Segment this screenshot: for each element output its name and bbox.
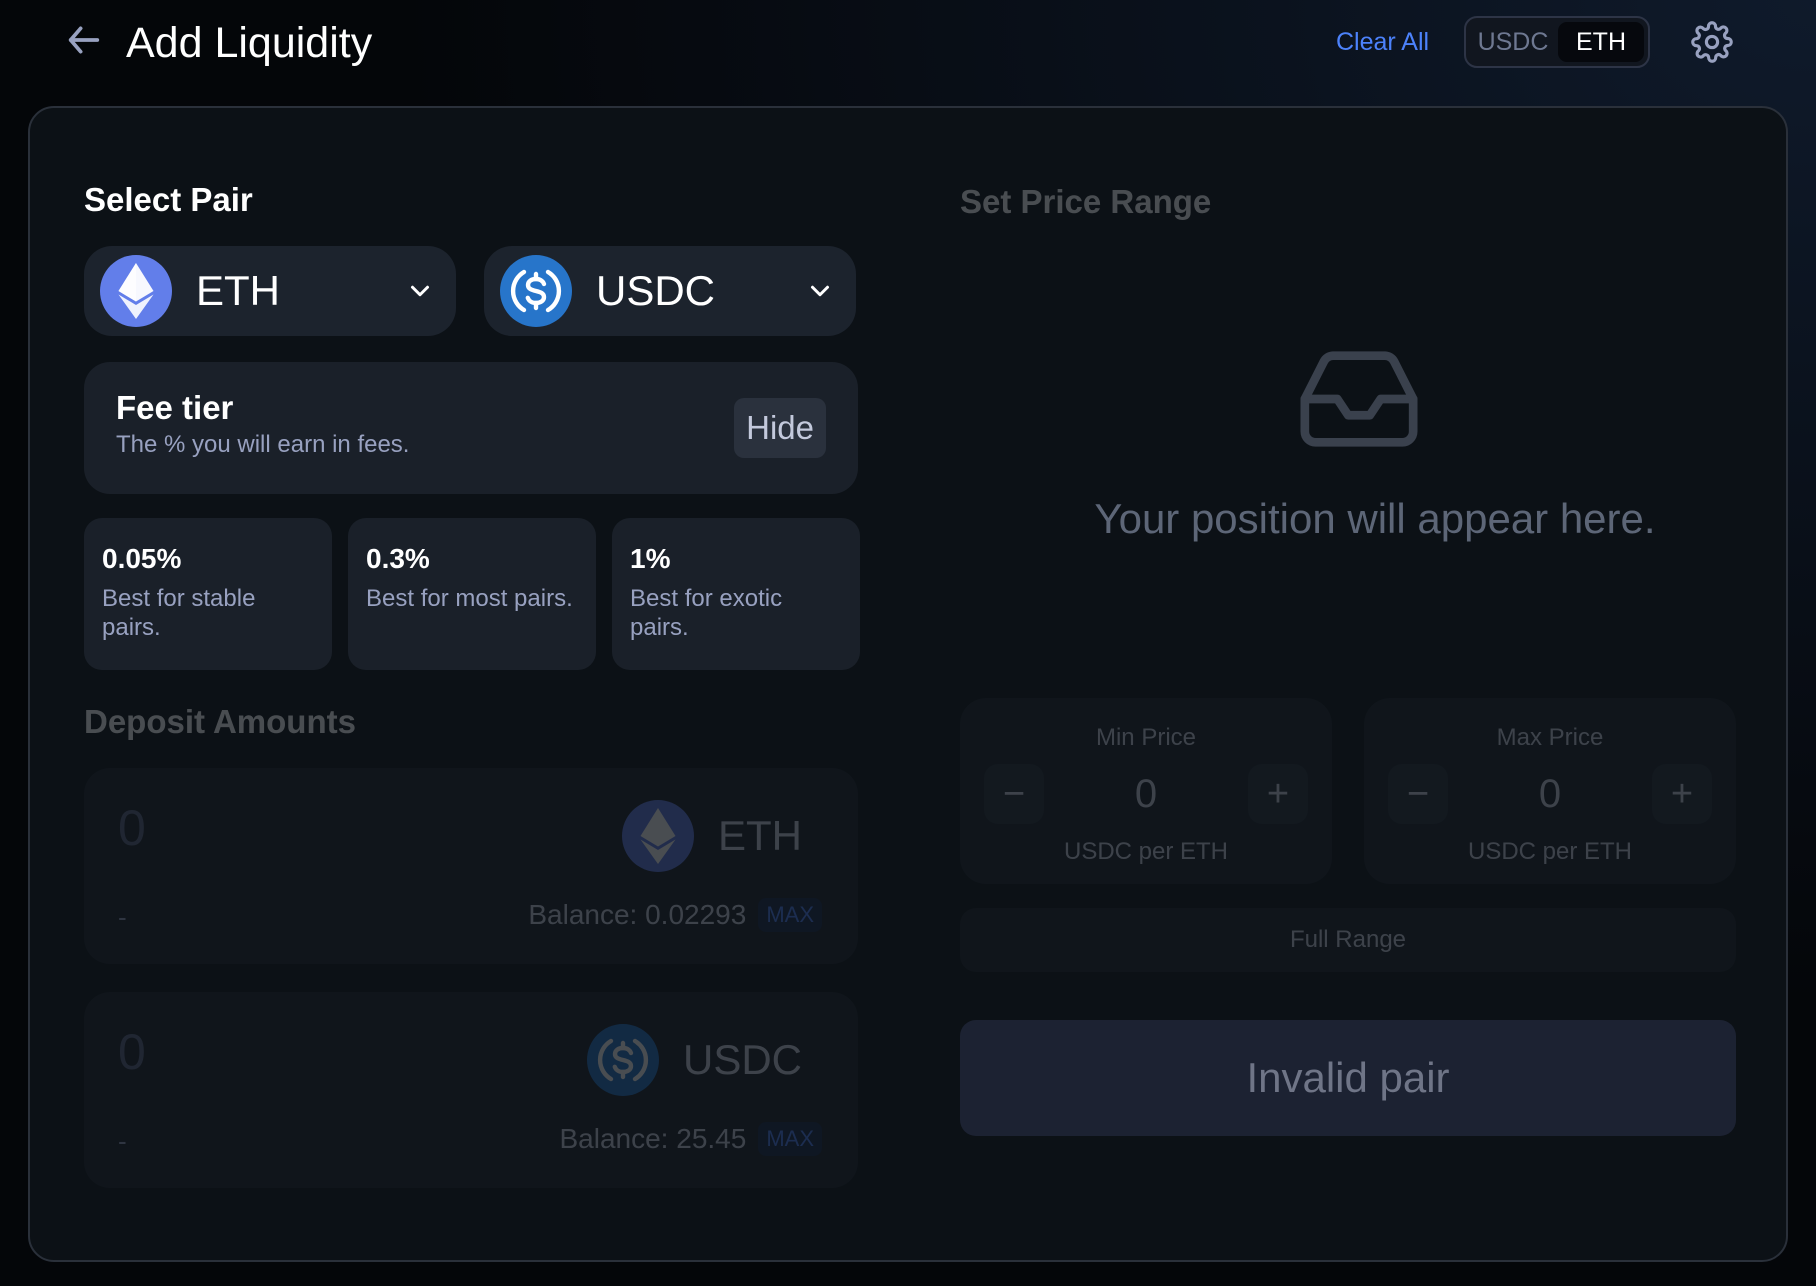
fee-option-1[interactable]: 1% Best for exotic pairs.	[612, 518, 860, 670]
fee-option-description: Best for exotic pairs.	[630, 585, 783, 641]
deposit-token: ETH	[622, 800, 802, 872]
deposit-amounts-title: Deposit Amounts	[84, 703, 356, 740]
max-price-unit: USDC per ETH	[1467, 838, 1633, 865]
hide-fee-tiers-button[interactable]: Hide	[734, 398, 826, 458]
invalid-pair-button[interactable]: Invalid pair	[960, 1020, 1736, 1136]
page-title: Add Liquidity	[126, 19, 373, 67]
fee-option-percent: 0.3%	[366, 543, 430, 574]
toggle-option-eth[interactable]: ETH	[1558, 22, 1644, 62]
settings-button[interactable]	[1688, 18, 1736, 66]
max-price-box: Max Price 0 − + USDC per ETH	[1364, 698, 1736, 884]
max-price-decrement-button[interactable]: −	[1388, 764, 1448, 824]
inbox-icon	[1300, 351, 1418, 447]
max-price-increment-button[interactable]: +	[1652, 764, 1712, 824]
fee-option-percent: 1%	[630, 543, 671, 574]
deposit-balance: Balance: 25.45 MAX	[559, 1122, 822, 1156]
token-a-select[interactable]: ETH	[84, 246, 456, 336]
gear-icon	[1691, 21, 1733, 63]
token-a-symbol: ETH	[196, 267, 280, 314]
fee-option-percent: 0.05%	[102, 543, 182, 574]
fee-tier-title: Fee tier	[116, 389, 234, 426]
select-pair-title: Select Pair	[84, 181, 253, 218]
fee-option-0-3[interactable]: 0.3% Best for most pairs.	[348, 518, 596, 670]
deposit-token-symbol: ETH	[718, 812, 802, 859]
deposit-amount-input[interactable]: 0	[118, 1022, 146, 1082]
min-price-decrement-button[interactable]: −	[984, 764, 1044, 824]
deposit-usd-value: -	[118, 902, 127, 932]
usdc-logo-icon	[586, 1024, 659, 1096]
back-button[interactable]	[60, 16, 108, 64]
deposit-input-usdc[interactable]: 0 - USDC Balance: 25.45 MAX	[84, 992, 858, 1188]
deposit-input-eth[interactable]: 0 - ETH Balance: 0.02293 MAX	[84, 768, 858, 964]
fee-option-description: Best for most pairs.	[366, 585, 573, 612]
ethereum-logo-icon	[100, 255, 172, 327]
min-price-label: Min Price	[1095, 724, 1197, 751]
add-liquidity-card: Select Pair ETH USDC Fee tier The % you …	[28, 106, 1788, 1262]
toggle-option-usdc[interactable]: USDC	[1470, 22, 1556, 62]
set-price-range-title: Set Price Range	[960, 183, 1212, 220]
arrow-left-icon	[68, 26, 100, 54]
full-range-button[interactable]: Full Range	[960, 908, 1736, 972]
empty-position-text: Your position will appear here.	[1094, 495, 1656, 542]
min-price-increment-button[interactable]: +	[1248, 764, 1308, 824]
usdc-logo-icon	[500, 255, 572, 327]
deposit-usd-value: -	[118, 1126, 127, 1156]
min-price-box: Min Price 0 − + USDC per ETH	[960, 698, 1332, 884]
deposit-token: USDC	[586, 1024, 802, 1096]
ethereum-logo-icon	[622, 800, 694, 872]
token-b-symbol: USDC	[596, 267, 716, 314]
max-button[interactable]: MAX	[758, 1122, 822, 1156]
clear-all-button[interactable]: Clear All	[1336, 24, 1429, 60]
fee-option-0-05[interactable]: 0.05% Best for stable pairs.	[84, 518, 332, 670]
token-b-select[interactable]: USDC	[484, 246, 856, 336]
balance-text: Balance: 25.45	[559, 1123, 747, 1154]
token-denomination-toggle: USDC ETH	[1464, 16, 1650, 68]
balance-text: Balance: 0.02293	[528, 899, 747, 930]
fee-tier-panel: Fee tier The % you will earn in fees. Hi…	[84, 362, 858, 494]
deposit-token-symbol: USDC	[682, 1036, 802, 1083]
chevron-down-icon	[400, 271, 440, 311]
deposit-balance: Balance: 0.02293 MAX	[528, 898, 822, 932]
deposit-amount-input[interactable]: 0	[118, 798, 146, 858]
max-price-label: Max Price	[1496, 724, 1604, 751]
chevron-down-icon	[800, 271, 840, 311]
min-price-unit: USDC per ETH	[1063, 838, 1229, 865]
max-button[interactable]: MAX	[758, 898, 822, 932]
fee-option-description: Best for stable pairs.	[102, 585, 256, 641]
fee-tier-subtitle: The % you will earn in fees.	[116, 431, 410, 458]
